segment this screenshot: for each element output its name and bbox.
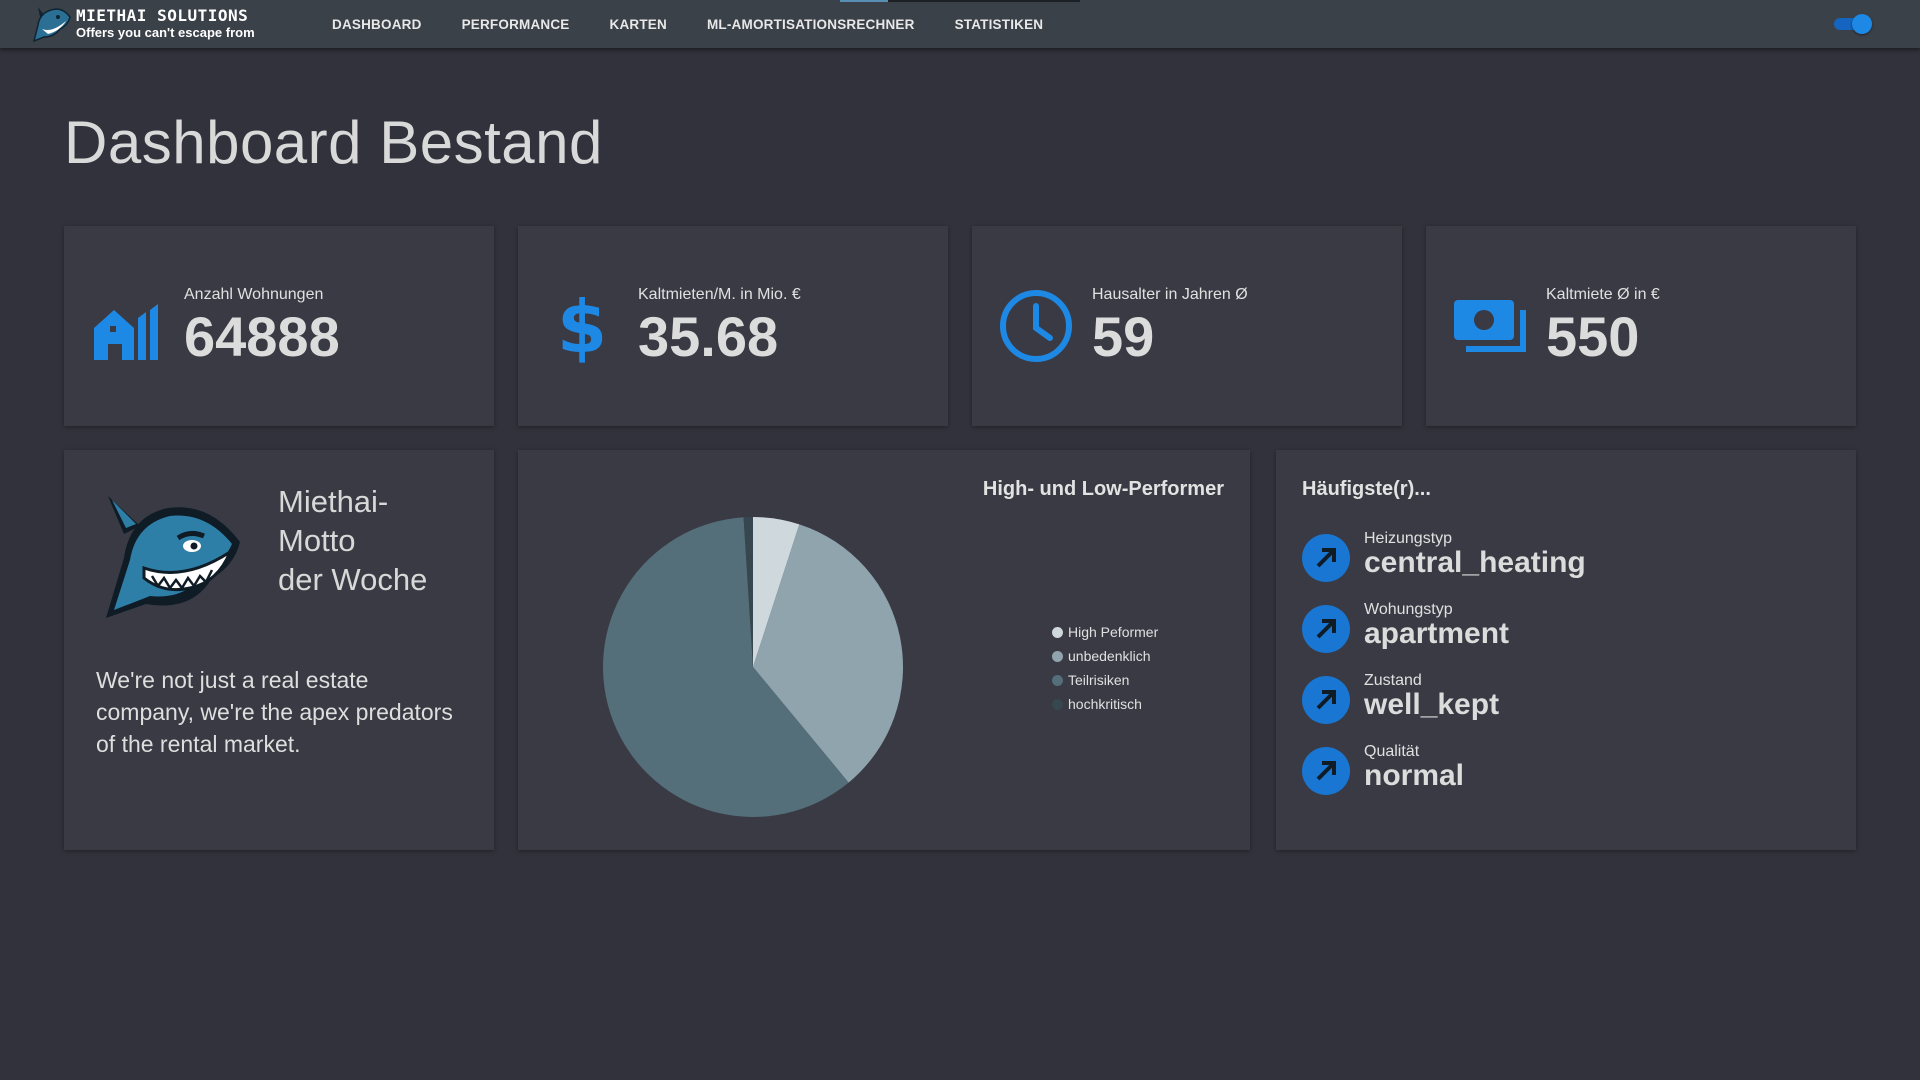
kpi-card-kaltmiete: Kaltmiete Ø in € 550 (1426, 226, 1856, 426)
legend-label: Teilrisiken (1068, 672, 1130, 688)
legend-item-hochkritisch[interactable]: hochkritisch (1052, 692, 1158, 716)
legend-item-teilrisiken[interactable]: Teilrisiken (1052, 668, 1158, 692)
nav-performance[interactable]: PERFORMANCE (442, 0, 590, 48)
kpi-value: 550 (1546, 305, 1640, 368)
legend-item-unbedenklich[interactable]: unbedenklich (1052, 644, 1158, 668)
legend-dot (1052, 698, 1063, 710)
legend-label: unbedenklich (1068, 648, 1151, 664)
kpi-label: Hausalter in Jahren Ø (1092, 286, 1248, 303)
motto-title: Miethai- Motto der Woche (278, 482, 478, 599)
top-app-bar: MIETHAI SOLUTIONS Offers you can't escap… (0, 0, 1920, 48)
nav-karten[interactable]: KARTEN (590, 0, 687, 48)
kpi-value: 35.68 (638, 305, 779, 368)
frequent-item-zustand: Zustand well_kept (1302, 668, 1802, 728)
kpi-label: Kaltmiete Ø in € (1546, 286, 1660, 303)
frequent-value: normal (1364, 759, 1465, 792)
nav-statistiken[interactable]: STATISTIKEN (935, 0, 1064, 48)
trending-arrow-icon (1302, 676, 1350, 724)
kpi-card-anzahl-wohnungen: Anzahl Wohnungen 64888 (64, 226, 494, 426)
most-frequent-card: Häufigste(r)... Heizungstyp central_heat… (1276, 450, 1856, 850)
legend-item-high-peformer[interactable]: High Peformer (1052, 620, 1158, 644)
clock-icon (1000, 290, 1072, 362)
motto-text: We're not just a real estate company, we… (96, 667, 453, 757)
motto-card: Miethai- Motto der Woche We're not just … (64, 450, 494, 850)
dollar-icon: $ (557, 288, 607, 364)
trending-arrow-icon (1302, 534, 1350, 582)
frequent-value: apartment (1364, 617, 1510, 650)
legend-dot (1052, 650, 1063, 662)
motto-title-line: Miethai- (278, 484, 389, 519)
frequent-value: well_kept (1364, 688, 1500, 721)
theme-toggle[interactable] (1834, 14, 1872, 34)
nav-loading-indicator (840, 0, 888, 2)
performer-chart-card: High- und Low-Performer High Peformer un… (518, 450, 1250, 850)
nav-loading-track (888, 0, 1080, 2)
main-nav: DASHBOARD PERFORMANCE KARTEN ML-AMORTISA… (312, 0, 1063, 48)
motto-title-line: der Woche (278, 562, 428, 597)
brand[interactable]: MIETHAI SOLUTIONS Offers you can't escap… (30, 3, 255, 45)
frequent-item-wohungstyp: Wohungstyp apartment (1302, 597, 1802, 657)
kpi-label: Kaltmieten/M. in Mio. € (638, 286, 801, 303)
legend-label: High Peformer (1068, 624, 1159, 640)
buildings-icon (94, 304, 158, 360)
trending-arrow-icon (1302, 605, 1350, 653)
trending-arrow-icon (1302, 747, 1350, 795)
kpi-card-hausalter: Hausalter in Jahren Ø 59 (972, 226, 1402, 426)
nav-dashboard[interactable]: DASHBOARD (312, 0, 442, 48)
toggle-thumb (1852, 14, 1872, 34)
chart-legend: High Peformer unbedenklich Teilrisiken h… (1052, 620, 1158, 716)
frequent-value: central_heating (1364, 546, 1586, 579)
kpi-value: 64888 (184, 305, 340, 368)
frequent-item-heizungstyp: Heizungstyp central_heating (1302, 526, 1802, 586)
frequent-item-qualitaet: Qualität normal (1302, 739, 1802, 799)
brand-tagline: Offers you can't escape from (76, 25, 255, 40)
kpi-label: Anzahl Wohnungen (184, 286, 324, 303)
motto-title-line: Motto (278, 523, 356, 558)
most-frequent-title: Häufigste(r)... (1302, 478, 1431, 500)
legend-dot (1052, 674, 1063, 686)
nav-ml-amortisationsrechner[interactable]: ML-AMORTISATIONSRECHNER (687, 0, 935, 48)
chart-title: High- und Low-Performer (982, 478, 1224, 500)
money-icon (1454, 300, 1526, 352)
svg-text:$: $ (557, 288, 607, 364)
brand-name: MIETHAI SOLUTIONS (76, 6, 249, 25)
kpi-card-kaltmieten: $ Kaltmieten/M. in Mio. € 35.68 (518, 226, 948, 426)
kpi-value: 59 (1092, 305, 1155, 368)
page-title: Dashboard Bestand (64, 109, 603, 176)
shark-logo-icon (32, 7, 71, 43)
pie-chart (603, 517, 903, 817)
legend-dot (1052, 626, 1063, 638)
legend-label: hochkritisch (1068, 696, 1142, 712)
shark-mascot-icon (106, 496, 240, 618)
